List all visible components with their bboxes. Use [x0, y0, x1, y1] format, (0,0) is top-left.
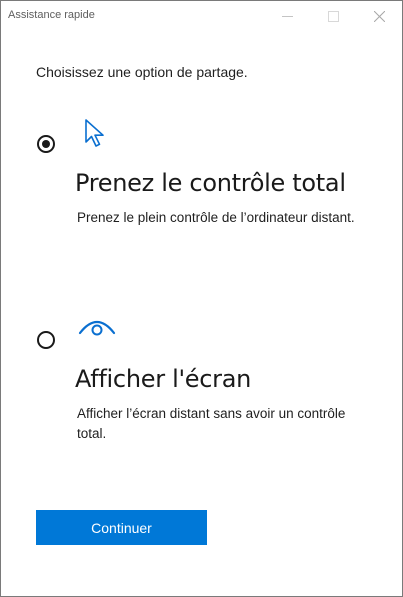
option-title-full-control[interactable]: Prenez le contrôle total [75, 169, 346, 197]
option-title-view-screen[interactable]: Afficher l'écran [75, 365, 251, 393]
option-description-view-screen: Afficher l’écran distant sans avoir un c… [77, 406, 346, 441]
radio-full-control[interactable] [37, 135, 55, 153]
maximize-button[interactable] [310, 1, 356, 32]
minimize-icon [282, 16, 293, 17]
minimize-button[interactable] [264, 1, 310, 32]
cursor-icon [85, 119, 104, 147]
option-description-full-control: Prenez le plein contrôle de l’ordinateur… [77, 210, 355, 225]
eye-icon [78, 320, 116, 336]
close-icon [374, 11, 385, 22]
radio-view-screen[interactable] [37, 331, 55, 349]
maximize-icon [328, 11, 339, 22]
title-bar[interactable]: Assistance rapide [1, 1, 402, 32]
window-title: Assistance rapide [8, 9, 95, 21]
quick-assist-window: Assistance rapide Choisissez une option … [0, 0, 403, 597]
continue-button[interactable]: Continuer [36, 510, 207, 545]
share-option-prompt: Choisissez une option de partage. [36, 64, 248, 80]
close-button[interactable] [356, 1, 402, 32]
